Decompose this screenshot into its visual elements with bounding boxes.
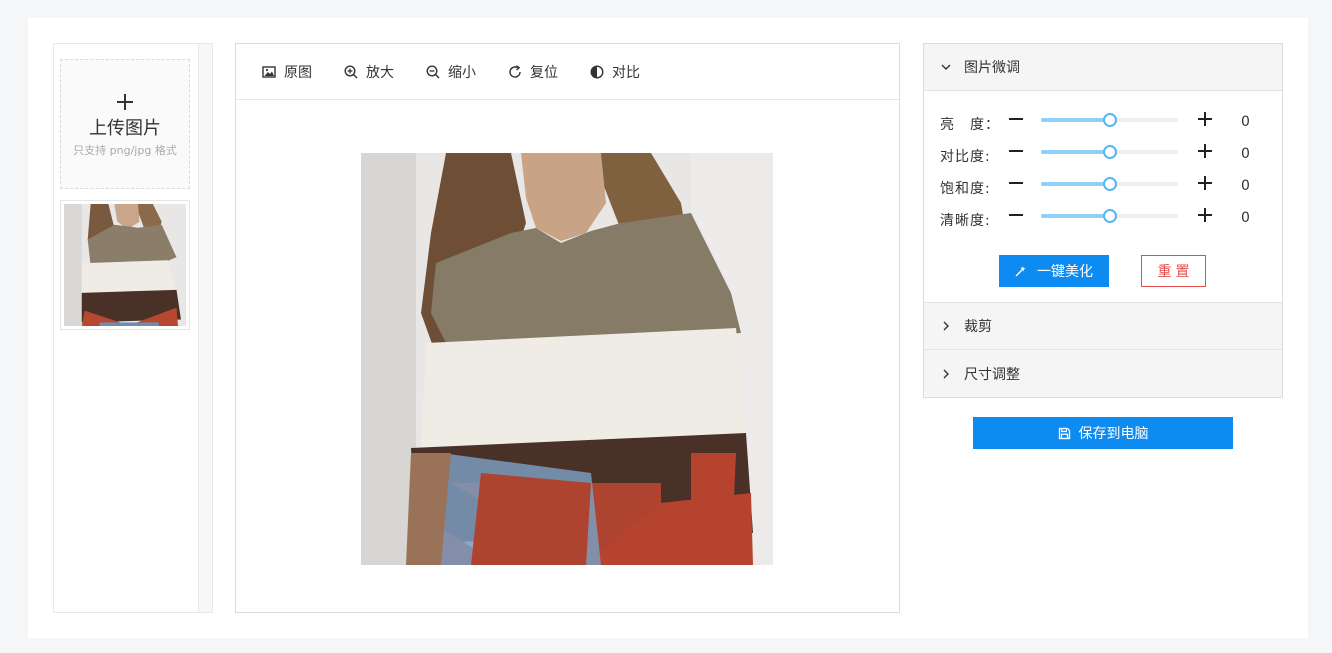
saturation-row: 饱和度: 0 [940, 171, 1282, 203]
chevron-right-icon [943, 369, 949, 378]
saturation-decrease-button[interactable] [1008, 175, 1024, 191]
contrast-icon [590, 64, 604, 79]
brightness-decrease-button[interactable] [1008, 111, 1024, 127]
preview-toolbar: 原图 放大 缩小 复位 对比 [236, 44, 899, 100]
settings-accordion: 图片微调 亮 度： 0 对比度: 0 饱和度: 0 清晰度: 0 一键美化 重置… [923, 43, 1283, 398]
sharpness-label: 清晰度: [940, 213, 991, 229]
preview-image[interactable] [361, 153, 773, 565]
image-icon [262, 65, 276, 78]
brightness-slider[interactable] [1041, 113, 1178, 127]
editor-card: 上传图片 只支持 png/jpg 格式 原图 放大 缩小 复位 对比 图片微调 … [28, 18, 1308, 638]
adjust-title: 图片微调 [964, 60, 1020, 76]
zoom-out-button[interactable]: 缩小 [426, 62, 476, 82]
sharpness-slider[interactable] [1041, 209, 1178, 223]
save-icon [1058, 427, 1070, 439]
contrast-slider-handle[interactable] [1102, 145, 1117, 159]
saturation-slider[interactable] [1041, 177, 1178, 191]
image-thumbnail[interactable] [60, 200, 190, 330]
contrast-decrease-button[interactable] [1008, 143, 1024, 159]
image-list-panel: 上传图片 只支持 png/jpg 格式 [53, 43, 213, 613]
crop-title: 裁剪 [964, 319, 992, 335]
settings-panel: 图片微调 亮 度： 0 对比度: 0 饱和度: 0 清晰度: 0 一键美化 重置… [923, 43, 1283, 449]
brightness-increase-button[interactable] [1197, 111, 1213, 127]
saturation-value: 0 [1241, 178, 1250, 194]
contrast-label: 对比度: [940, 149, 991, 165]
sharpness-slider-handle[interactable] [1102, 209, 1117, 223]
chevron-down-icon [941, 64, 951, 70]
original-button[interactable]: 原图 [262, 62, 312, 82]
saturation-increase-button[interactable] [1197, 175, 1213, 191]
sharpness-row: 清晰度: 0 [940, 203, 1282, 235]
contrast-value: 0 [1241, 146, 1250, 162]
thumbnail-image [64, 204, 186, 326]
contrast-row: 对比度: 0 [940, 139, 1282, 171]
chevron-right-icon [943, 321, 949, 331]
image-list: 上传图片 只支持 png/jpg 格式 [54, 44, 198, 612]
zoom-in-icon [344, 64, 358, 78]
sharpness-value: 0 [1241, 210, 1250, 226]
auto-beautify-label: 一键美化 [1037, 263, 1093, 279]
brightness-row: 亮 度： 0 [940, 107, 1282, 139]
reset-label: 复位 [530, 64, 558, 81]
preview-panel: 原图 放大 缩小 复位 对比 [235, 43, 900, 613]
sharpness-increase-button[interactable] [1197, 207, 1213, 223]
save-label: 保存到电脑 [1078, 425, 1149, 441]
reset-view-button[interactable]: 复位 [508, 62, 558, 82]
auto-beautify-button[interactable]: 一键美化 [999, 255, 1109, 287]
adjust-section-body: 亮 度： 0 对比度: 0 饱和度: 0 清晰度: 0 一键美化 重置 [924, 91, 1282, 303]
save-to-computer-button[interactable]: 保存到电脑 [973, 417, 1233, 449]
saturation-slider-handle[interactable] [1102, 177, 1117, 191]
upload-image-button[interactable]: 上传图片 只支持 png/jpg 格式 [60, 59, 190, 189]
zoom-out-label: 缩小 [448, 64, 476, 81]
preview-canvas [236, 101, 899, 612]
reset-icon [509, 64, 521, 78]
brightness-label: 亮 度： [940, 117, 1000, 133]
crop-section-header[interactable]: 裁剪 [924, 303, 1282, 350]
contrast-slider-fill [1041, 150, 1110, 154]
zoom-in-label: 放大 [366, 64, 394, 81]
brightness-slider-fill [1041, 118, 1110, 122]
original-label: 原图 [284, 64, 312, 81]
reset-adjustments-button[interactable]: 重置 [1141, 255, 1206, 287]
sharpness-decrease-button[interactable] [1008, 207, 1024, 223]
brightness-slider-handle[interactable] [1102, 113, 1117, 127]
resize-section-header[interactable]: 尺寸调整 [924, 350, 1282, 397]
upload-hint: 只支持 png/jpg 格式 [73, 144, 177, 157]
plus-icon [117, 94, 133, 110]
saturation-label: 饱和度: [940, 181, 991, 197]
upload-title: 上传图片 [89, 118, 161, 139]
sharpness-slider-fill [1041, 214, 1110, 218]
zoom-in-button[interactable]: 放大 [344, 62, 394, 82]
zoom-out-icon [426, 64, 440, 78]
compare-label: 对比 [612, 64, 640, 81]
saturation-slider-fill [1041, 182, 1110, 186]
image-list-scrollbar[interactable] [198, 44, 212, 612]
brightness-value: 0 [1241, 114, 1250, 130]
contrast-increase-button[interactable] [1197, 143, 1213, 159]
compare-button[interactable]: 对比 [590, 62, 640, 82]
contrast-slider[interactable] [1041, 145, 1178, 159]
magic-wand-icon [1015, 266, 1026, 277]
adjust-section-header[interactable]: 图片微调 [924, 44, 1282, 91]
resize-title: 尺寸调整 [964, 366, 1020, 383]
